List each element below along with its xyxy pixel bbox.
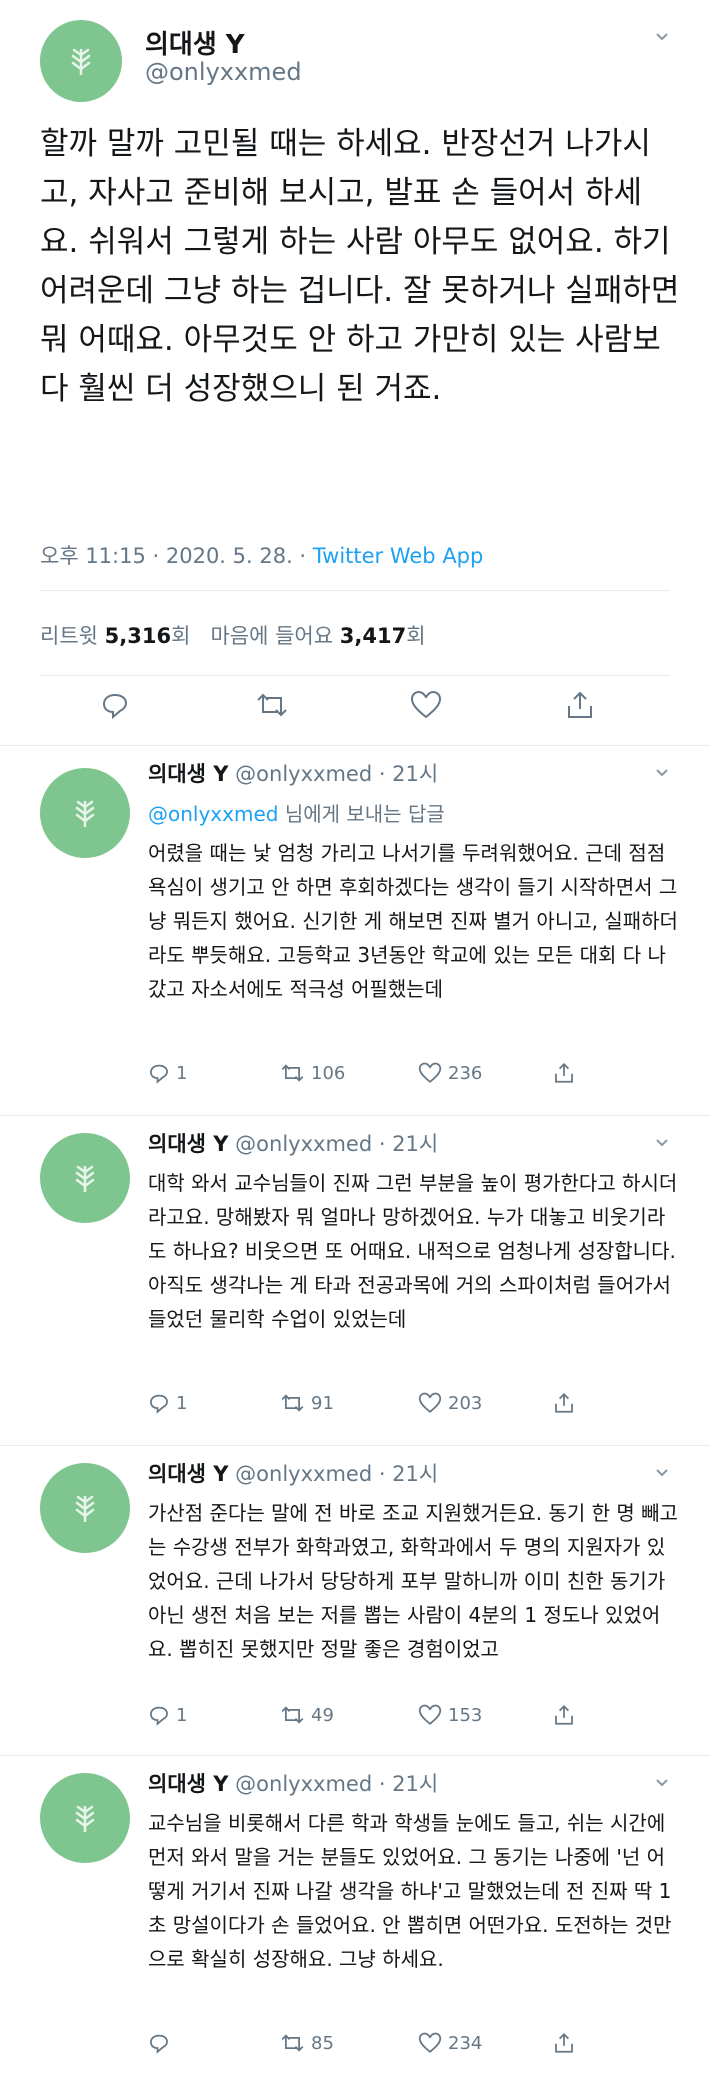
heart-icon bbox=[418, 2032, 442, 2053]
reply-text: 어렸을 때는 낯 엄청 가리고 나서기를 두려워했어요. 근데 점점 욕심이 생… bbox=[148, 841, 678, 1001]
retweet-button[interactable]: 106 bbox=[280, 1062, 345, 1084]
tweet-client-link[interactable]: Twitter Web App bbox=[313, 544, 484, 568]
retweet-icon bbox=[281, 1706, 304, 1724]
retweet-icon bbox=[281, 1394, 304, 1412]
like-button[interactable]: 234 bbox=[418, 2032, 482, 2054]
like-count: 236 bbox=[448, 1062, 483, 1084]
reply-button[interactable] bbox=[148, 2032, 176, 2054]
main-author-name[interactable]: 의대생 Y bbox=[145, 24, 245, 61]
reply-icon bbox=[150, 1706, 168, 1726]
retweet-icon bbox=[281, 2034, 304, 2052]
retweet-button[interactable]: 49 bbox=[280, 1704, 334, 1726]
reply-author-name[interactable]: 의대생 Y bbox=[148, 1132, 228, 1156]
heart-icon bbox=[418, 1062, 442, 1083]
reply-text: 대학 와서 교수님들이 진짜 그런 부분을 높이 평가한다고 하시더라고요. 망… bbox=[148, 1171, 678, 1331]
reply-author-handle[interactable]: @onlyxxmed · 21시 bbox=[235, 1462, 438, 1486]
reply-author-handle[interactable]: @onlyxxmed · 21시 bbox=[235, 1772, 438, 1796]
leaf-logo-icon bbox=[75, 800, 95, 827]
share-icon bbox=[555, 1704, 573, 1725]
retweet-button[interactable]: 91 bbox=[280, 1392, 334, 1414]
avatar[interactable] bbox=[40, 768, 130, 858]
chevron-down-icon[interactable] bbox=[655, 1466, 669, 1480]
reply-count: 1 bbox=[176, 1062, 188, 1084]
like-button[interactable]: 153 bbox=[418, 1704, 482, 1726]
reply-count: 1 bbox=[176, 1704, 188, 1726]
reply-author-name[interactable]: 의대생 Y bbox=[148, 1462, 228, 1486]
reply-text: 가산점 준다는 말에 전 바로 조교 지원했거든요. 동기 한 명 빼고는 수강… bbox=[148, 1501, 678, 1661]
chevron-down-icon[interactable] bbox=[655, 1136, 669, 1150]
reply-text: 교수님을 비롯해서 다른 학과 학생들 눈에도 들고, 쉬는 시간에 먼저 와서… bbox=[148, 1811, 672, 1971]
like-count: 234 bbox=[448, 2032, 483, 2054]
reply-author-name[interactable]: 의대생 Y bbox=[148, 762, 228, 786]
reply-to-label: 님에게 보내는 답글 bbox=[278, 802, 445, 826]
reply-button[interactable]: 1 bbox=[148, 1392, 187, 1414]
reply-count: 1 bbox=[176, 1392, 188, 1414]
retweets-suffix: 회 bbox=[171, 624, 191, 648]
leaf-logo-icon bbox=[71, 48, 91, 75]
like-count: 203 bbox=[448, 1392, 483, 1414]
retweet-count: 85 bbox=[311, 2032, 334, 2054]
chevron-down-icon[interactable] bbox=[655, 1776, 669, 1790]
avatar[interactable] bbox=[40, 1133, 130, 1223]
reply-icon bbox=[150, 1394, 168, 1414]
tweet-stats: 리트윗 5,316회 마음에 들어요 3,417회 bbox=[40, 620, 426, 650]
retweet-count: 106 bbox=[311, 1062, 346, 1084]
reply-button[interactable]: 1 bbox=[148, 1062, 187, 1084]
share-icon bbox=[568, 691, 592, 718]
like-button[interactable] bbox=[410, 690, 442, 720]
retweets-count[interactable]: 5,316 bbox=[105, 624, 171, 648]
avatar[interactable] bbox=[40, 20, 122, 102]
reply-icon bbox=[102, 693, 128, 720]
reply-button[interactable]: 1 bbox=[148, 1704, 187, 1726]
share-icon bbox=[555, 1062, 573, 1083]
share-button[interactable] bbox=[553, 1062, 575, 1084]
likes-label[interactable]: 마음에 들어요 bbox=[210, 624, 333, 648]
chevron-down-icon[interactable] bbox=[655, 766, 669, 780]
reply-icon bbox=[150, 2034, 168, 2054]
retweet-button[interactable] bbox=[255, 690, 289, 720]
share-button[interactable] bbox=[553, 2032, 575, 2054]
like-count: 153 bbox=[448, 1704, 483, 1726]
leaf-logo-icon bbox=[75, 1495, 95, 1522]
retweet-icon bbox=[257, 693, 287, 717]
reply-author-name[interactable]: 의대생 Y bbox=[148, 1772, 228, 1796]
share-icon bbox=[555, 1392, 573, 1413]
reply-author-handle[interactable]: @onlyxxmed · 21시 bbox=[235, 762, 438, 786]
like-button[interactable]: 236 bbox=[418, 1062, 482, 1084]
retweet-button[interactable]: 85 bbox=[280, 2032, 334, 2054]
leaf-logo-icon bbox=[75, 1165, 95, 1192]
likes-count[interactable]: 3,417 bbox=[340, 624, 406, 648]
reply-author-handle[interactable]: @onlyxxmed · 21시 bbox=[235, 1132, 438, 1156]
tweet-timestamp: 오후 11:15 · 2020. 5. 28. · Twitter Web Ap… bbox=[40, 540, 483, 570]
retweet-count: 91 bbox=[311, 1392, 334, 1414]
main-author-handle[interactable]: @onlyxxmed bbox=[145, 58, 302, 86]
reply-icon bbox=[150, 1064, 168, 1084]
share-icon bbox=[555, 2032, 573, 2053]
chevron-down-icon[interactable] bbox=[655, 30, 669, 44]
reply-to-mention[interactable]: @onlyxxmed bbox=[148, 802, 278, 826]
heart-icon bbox=[410, 690, 442, 719]
share-button[interactable] bbox=[565, 690, 595, 720]
share-button[interactable] bbox=[553, 1392, 575, 1414]
main-tweet-text: 할까 말까 고민될 때는 하세요. 반장선거 나가시고, 자사고 준비해 보시고… bbox=[40, 126, 680, 407]
tweet-time[interactable]: 오후 11:15 · 2020. 5. 28. · bbox=[40, 544, 313, 568]
share-button[interactable] bbox=[553, 1704, 575, 1726]
retweet-count: 49 bbox=[311, 1704, 334, 1726]
retweets-label[interactable]: 리트윗 bbox=[40, 624, 98, 648]
likes-suffix: 회 bbox=[406, 624, 426, 648]
avatar[interactable] bbox=[40, 1463, 130, 1553]
leaf-logo-icon bbox=[75, 1805, 95, 1832]
heart-icon bbox=[418, 1392, 442, 1413]
like-button[interactable]: 203 bbox=[418, 1392, 482, 1414]
heart-icon bbox=[418, 1704, 442, 1725]
reply-button[interactable] bbox=[100, 690, 130, 720]
avatar[interactable] bbox=[40, 1773, 130, 1863]
retweet-icon bbox=[281, 1064, 304, 1082]
